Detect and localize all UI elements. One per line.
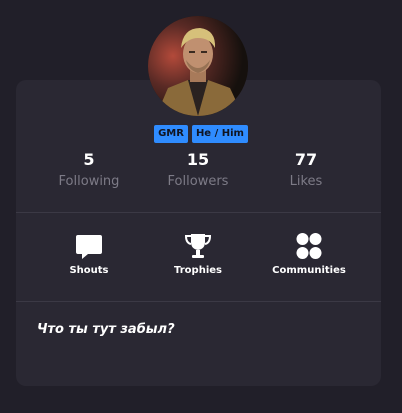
stat-value: 77 [294, 150, 318, 169]
profile-status: Что ты тут забыл? [37, 322, 175, 337]
actions-row: Shouts Trophies Communities [16, 232, 381, 282]
communities-icon [296, 233, 322, 259]
avatar[interactable] [148, 16, 248, 116]
stats-row: 5 Following 15 Followers 77 Likes [16, 150, 381, 194]
stat-value: 15 [186, 150, 210, 169]
divider [16, 212, 381, 213]
trophy-icon [184, 234, 212, 258]
communities-label: Communities [272, 265, 346, 276]
trophies-button[interactable]: Trophies [143, 232, 253, 278]
stat-value: 5 [83, 150, 95, 169]
shouts-button[interactable]: Shouts [34, 232, 144, 278]
stat-label: Likes [289, 174, 323, 189]
badge-pronouns: He / Him [191, 125, 248, 143]
trophies-label: Trophies [174, 265, 222, 276]
stat-following[interactable]: 5 Following [29, 150, 149, 191]
stat-label: Followers [167, 174, 229, 189]
badge-gmr: GMR [154, 125, 188, 143]
speech-bubble-icon [76, 235, 102, 259]
stat-label: Following [58, 174, 120, 189]
stat-followers[interactable]: 15 Followers [138, 150, 258, 191]
divider [16, 301, 381, 302]
stat-likes[interactable]: 77 Likes [246, 150, 366, 191]
shouts-label: Shouts [69, 265, 109, 276]
communities-button[interactable]: Communities [254, 232, 364, 278]
badges-row: GMR He / Him [0, 125, 402, 143]
